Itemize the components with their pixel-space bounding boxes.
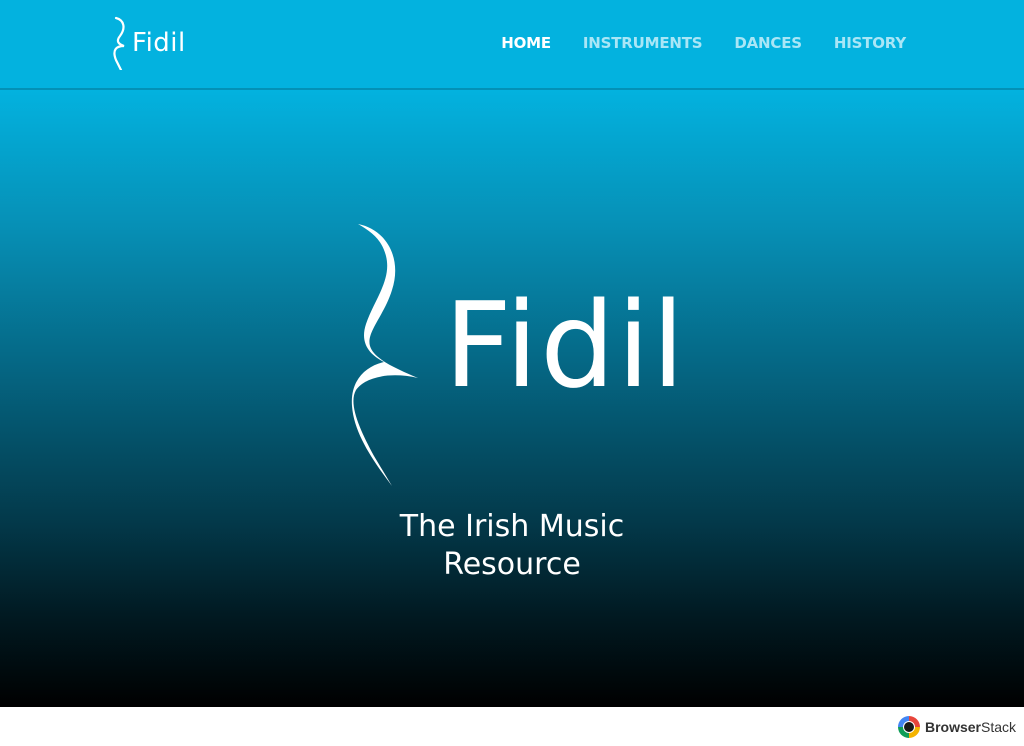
site-logo-text: Fidil [132,28,186,58]
tagline-line-1: The Irish Music [399,509,625,544]
top-navbar: Fidil HOME INSTRUMENTS DANCES HISTORY [0,0,1024,90]
main-nav: HOME INSTRUMENTS DANCES HISTORY [501,34,906,52]
tagline-line-2: Resource [443,547,581,582]
hero-logo: Fidil [340,220,700,490]
browserstack-badge: BrowserStack [897,716,1016,738]
nav-history[interactable]: HISTORY [834,34,906,52]
nav-dances[interactable]: DANCES [734,34,802,52]
hero-section: Fidil The Irish Music Resource [0,90,1024,707]
bottom-strip: BrowserStack [0,707,1024,746]
fiddle-scroll-large-icon [351,224,418,486]
browserstack-logo-icon [897,716,920,738]
hero-brand-name: Fidil [444,276,687,414]
browserstack-label-regular: Stack [980,719,1016,735]
browserstack-label: BrowserStack [925,719,1016,735]
browserstack-label-bold: Browser [924,719,981,735]
nav-home[interactable]: HOME [501,34,551,52]
site-logo-link[interactable]: Fidil [112,14,186,72]
fiddle-scroll-icon [113,16,125,70]
nav-instruments[interactable]: INSTRUMENTS [583,34,703,52]
hero-tagline: The Irish Music Resource [0,508,1024,584]
